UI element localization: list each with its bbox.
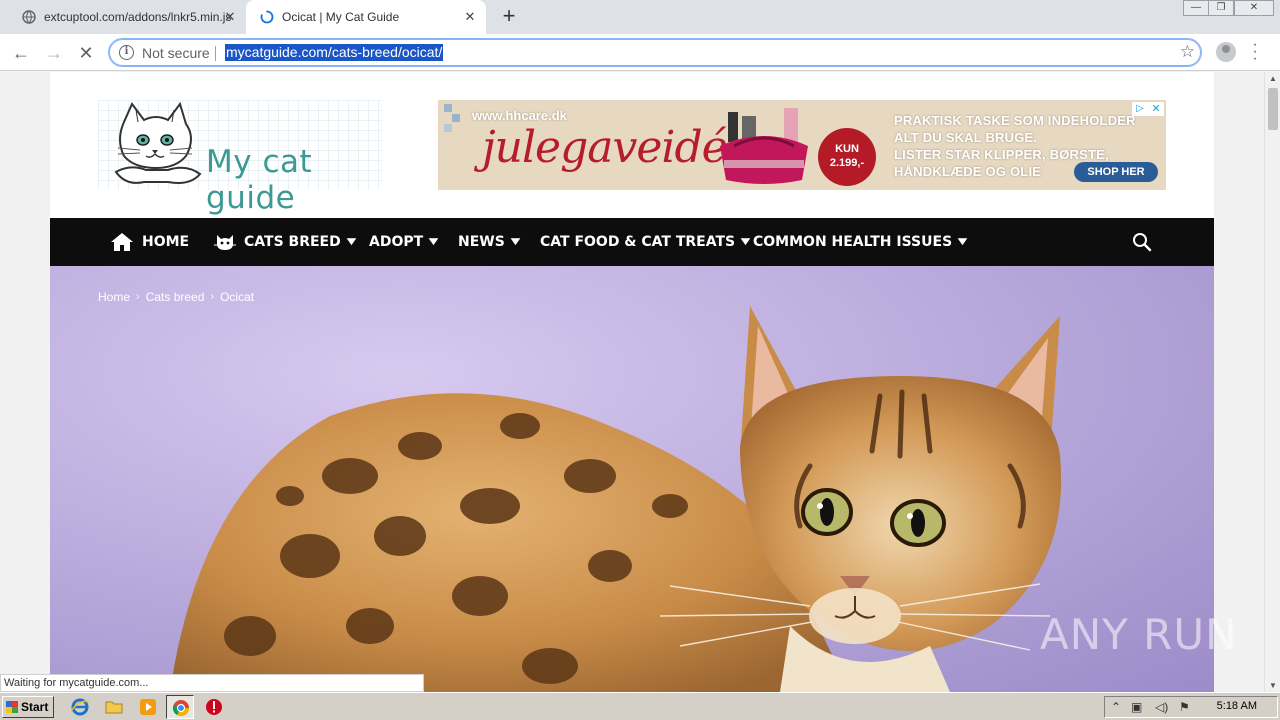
logo-text: My cat guide xyxy=(206,144,313,216)
chevron-down-icon: ▼ xyxy=(346,237,357,247)
page-scrollbar[interactable]: ▲ ▼ xyxy=(1264,72,1280,692)
nav-item-cat-food[interactable]: CAT FOOD & CAT TREATS ▼ xyxy=(540,218,751,266)
media-player-icon[interactable] xyxy=(138,697,158,717)
chevron-right-icon: › xyxy=(136,291,140,303)
stop-loading-icon[interactable]: ✕ xyxy=(74,41,98,65)
tab-extcuptool[interactable]: extcuptool.com/addons/lnkr5.min.js ✕ xyxy=(0,0,246,34)
scroll-thumb[interactable] xyxy=(1268,88,1278,130)
chevron-down-icon: ▼ xyxy=(428,237,439,247)
system-tray: ⌃ ▣ ◁) ⚑ 5:18 AM xyxy=(1104,696,1278,718)
nav-label: CAT FOOD & CAT TREATS xyxy=(540,234,736,250)
minimize-icon[interactable]: — xyxy=(1183,0,1209,16)
profile-avatar[interactable] xyxy=(1216,42,1236,62)
nav-item-home[interactable]: HOME xyxy=(110,218,189,266)
menu-icon[interactable]: · · · xyxy=(1250,37,1260,67)
nav-label: CATS BREED xyxy=(244,234,341,250)
tray-expand-icon[interactable]: ⌃ xyxy=(1111,700,1121,714)
restore-icon[interactable]: ❐ xyxy=(1208,0,1234,16)
price-badge: KUN 2.199,- xyxy=(818,128,876,186)
loading-spinner-icon xyxy=(260,10,274,24)
scroll-down-icon[interactable]: ▼ xyxy=(1269,681,1277,690)
divider xyxy=(215,46,216,61)
ad-copy-line: ALT DU SKAL BRUGE. xyxy=(894,130,1038,145)
ad-copy-line: PRAKTISK TASKE SOM INDEHOLDER xyxy=(894,113,1136,128)
volume-icon[interactable]: ◁) xyxy=(1155,700,1168,714)
nav-item-health-issues[interactable]: COMMON HEALTH ISSUES ▼ xyxy=(753,218,968,266)
internet-explorer-icon[interactable] xyxy=(70,697,90,717)
start-button[interactable]: Start xyxy=(2,696,54,718)
browser-status-bubble: Waiting for mycatguide.com... xyxy=(0,674,424,692)
shop-now-button[interactable]: SHOP HER xyxy=(1074,162,1158,182)
new-tab-button[interactable]: + xyxy=(498,5,520,27)
stop-sign-icon[interactable] xyxy=(204,697,224,717)
grooming-bag-icon xyxy=(720,108,808,184)
breadcrumb-cats-breed[interactable]: Cats breed xyxy=(146,290,205,304)
main-navigation: HOME CATS BREED ▼ ADOPT ▼ NEWS ▼ CAT FOO… xyxy=(50,218,1214,266)
price-line-2: 2.199,- xyxy=(829,157,865,169)
ad-copy-line: LISTER STAR KLIPPER, BØRSTE, xyxy=(894,147,1109,162)
nav-item-adopt[interactable]: ADOPT ▼ xyxy=(369,218,439,266)
bookmark-star-icon[interactable]: ☆ xyxy=(1180,42,1195,62)
address-bar[interactable]: i Not secure mycatguide.com/cats-breed/o… xyxy=(108,38,1202,67)
url-text[interactable]: mycatguide.com/cats-breed/ocicat/ xyxy=(225,44,444,61)
chrome-icon xyxy=(172,700,190,717)
ad-site-url: www.hhcare.dk xyxy=(472,108,567,123)
ad-banner[interactable]: www.hhcare.dk julegaveidé KUN 2.199,- PR… xyxy=(438,100,1166,190)
window-close-icon[interactable]: ✕ xyxy=(1234,0,1274,16)
scroll-up-icon[interactable]: ▲ xyxy=(1269,74,1277,83)
security-label: Not secure xyxy=(142,45,210,61)
tab-title: extcuptool.com/addons/lnkr5.min.js xyxy=(44,10,232,24)
anyrun-watermark: ANY RUN xyxy=(1040,610,1238,659)
nav-item-news[interactable]: NEWS ▼ xyxy=(458,218,521,266)
site-container: My cat guide www.hhcare.dk julegaveidé K… xyxy=(50,72,1214,692)
chevron-down-icon: ▼ xyxy=(740,237,751,247)
breadcrumb-home[interactable]: Home xyxy=(98,290,130,304)
forward-icon[interactable]: → xyxy=(42,41,66,65)
nav-label: NEWS xyxy=(458,234,505,250)
nav-label: HOME xyxy=(142,234,190,250)
folder-icon[interactable] xyxy=(104,697,124,717)
page-viewport: My cat guide www.hhcare.dk julegaveidé K… xyxy=(0,72,1264,692)
breadcrumb: Home › Cats breed › Ocicat xyxy=(98,290,254,304)
adchoices-icon[interactable]: ▷ xyxy=(1132,102,1148,116)
browser-toolbar: ← → ✕ i Not secure mycatguide.com/cats-b… xyxy=(0,34,1280,71)
clock[interactable]: 5:18 AM xyxy=(1217,700,1257,712)
close-tab-icon[interactable]: ✕ xyxy=(222,9,238,25)
info-icon[interactable]: i xyxy=(119,45,134,60)
nav-item-cats-breed[interactable]: CATS BREED ▼ xyxy=(214,218,357,266)
windows-taskbar: Start ⌃ ▣ ◁) ⚑ 5:18 AM xyxy=(0,692,1280,720)
chevron-down-icon: ▼ xyxy=(957,237,968,247)
chevron-right-icon: › xyxy=(210,291,215,303)
ad-pattern-decoration xyxy=(444,104,460,132)
globe-icon xyxy=(22,10,36,24)
browser-tab-bar: extcuptool.com/addons/lnkr5.min.js ✕ Oci… xyxy=(0,0,1280,34)
nav-label: COMMON HEALTH ISSUES xyxy=(753,234,953,250)
chevron-down-icon: ▼ xyxy=(510,237,521,247)
tab-ocicat[interactable]: Ocicat | My Cat Guide ✕ xyxy=(246,0,486,34)
price-line-1: KUN xyxy=(835,143,859,155)
home-icon xyxy=(111,233,133,251)
back-icon[interactable]: ← xyxy=(9,41,33,65)
ad-close-icon[interactable]: ✕ xyxy=(1148,102,1164,116)
nav-label: ADOPT xyxy=(369,234,424,250)
cat-icon xyxy=(214,235,236,250)
breadcrumb-current: Ocicat xyxy=(220,290,255,304)
tab-title: Ocicat | My Cat Guide xyxy=(282,10,400,24)
cat-logo-icon xyxy=(114,102,202,184)
ad-headline: julegaveidé xyxy=(482,122,728,173)
search-icon[interactable] xyxy=(1132,232,1152,252)
close-tab-icon[interactable]: ✕ xyxy=(462,9,478,25)
flag-icon[interactable]: ⚑ xyxy=(1179,700,1190,714)
network-icon[interactable]: ▣ xyxy=(1131,700,1142,714)
site-logo[interactable]: My cat guide xyxy=(98,100,382,216)
taskbar-chrome-button[interactable] xyxy=(166,695,194,719)
